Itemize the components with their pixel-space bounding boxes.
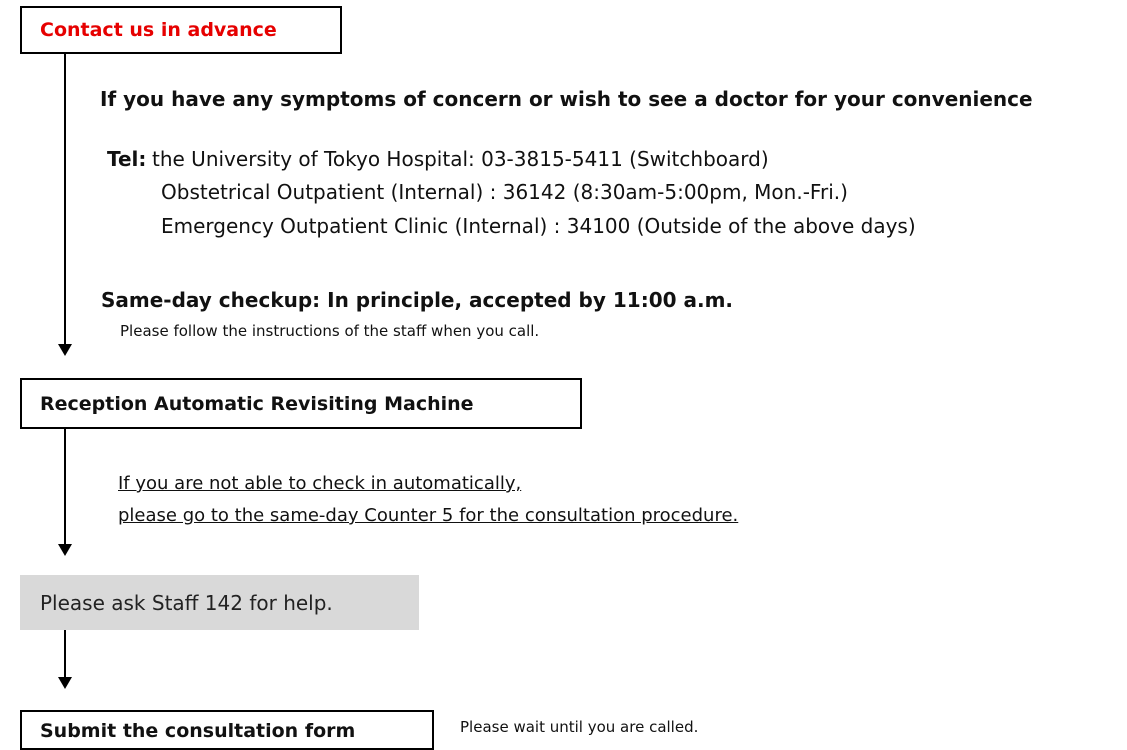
arrow-down-1: [58, 344, 72, 356]
auto-checkin-note-line2: please go to the same-day Counter 5 for …: [118, 505, 739, 526]
tel-line-emergency: Emergency Outpatient Clinic (Internal) :…: [161, 214, 916, 238]
sameday-heading: Same-day checkup: In principle, accepted…: [101, 288, 734, 312]
sameday-note: Please follow the instructions of the st…: [120, 322, 540, 340]
submit-form-label: Submit the consultation form: [40, 720, 356, 742]
arrow-down-3: [58, 677, 72, 689]
tel-line-main: the University of Tokyo Hospital: 03-381…: [152, 147, 769, 171]
contact-in-advance-label: Contact us in advance: [40, 19, 277, 41]
connector-line-1: [64, 54, 66, 344]
reception-machine-label: Reception Automatic Revisiting Machine: [40, 392, 474, 415]
tel-line-obstetrical: Obstetrical Outpatient (Internal) : 3614…: [161, 180, 848, 204]
staff-help-label: Please ask Staff 142 for help.: [40, 590, 333, 615]
staff-help-box: Please ask Staff 142 for help.: [20, 575, 419, 630]
tel-label: Tel:: [107, 147, 147, 171]
reception-machine-box: Reception Automatic Revisiting Machine: [20, 378, 582, 429]
symptoms-heading: If you have any symptoms of concern or w…: [100, 87, 1033, 111]
connector-line-2: [64, 429, 66, 544]
contact-in-advance-box: Contact us in advance: [20, 6, 342, 54]
auto-checkin-note-line1: If you are not able to check in automati…: [118, 473, 522, 494]
submit-form-box: Submit the consultation form: [20, 710, 434, 750]
connector-line-3: [64, 630, 66, 677]
wait-note: Please wait until you are called.: [460, 718, 699, 736]
arrow-down-2: [58, 544, 72, 556]
